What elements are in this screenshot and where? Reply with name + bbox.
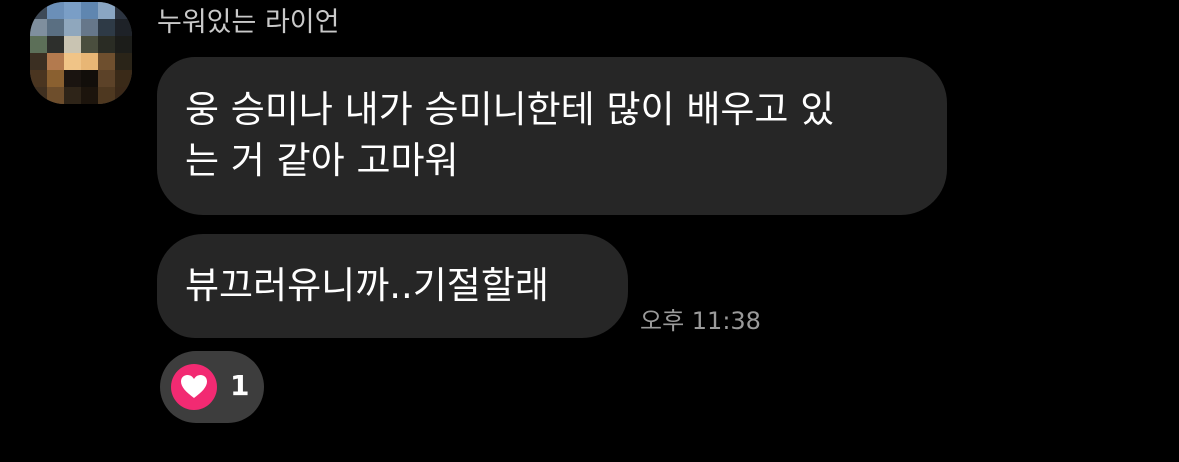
- avatar-pixel: [98, 36, 115, 53]
- avatar-pixel: [115, 19, 132, 36]
- avatar-pixel: [30, 2, 47, 19]
- avatar-pixel: [47, 87, 64, 104]
- avatar-pixel: [30, 19, 47, 36]
- avatar-pixel: [115, 70, 132, 87]
- avatar-pixel: [81, 36, 98, 53]
- heart-icon: [171, 364, 217, 410]
- avatar-pixel: [115, 87, 132, 104]
- reaction-badge[interactable]: 1: [160, 351, 264, 423]
- avatar-pixel: [64, 2, 81, 19]
- message-text-line: 는 거 같아 고마워: [185, 139, 459, 182]
- avatar[interactable]: [30, 2, 132, 104]
- avatar-pixel: [98, 70, 115, 87]
- avatar-pixel: [98, 2, 115, 19]
- avatar-pixel: [30, 36, 47, 53]
- avatar-pixel: [30, 70, 47, 87]
- avatar-pixel: [47, 53, 64, 70]
- avatar-pixel: [81, 53, 98, 70]
- avatar-pixel: [30, 53, 47, 70]
- avatar-pixel: [81, 2, 98, 19]
- avatar-pixel: [98, 87, 115, 104]
- avatar-pixel: [115, 36, 132, 53]
- avatar-pixel: [47, 70, 64, 87]
- avatar-pixel: [81, 19, 98, 36]
- avatar-pixel: [64, 70, 81, 87]
- avatar-pixel: [98, 19, 115, 36]
- avatar-pixel: [30, 87, 47, 104]
- avatar-pixel: [64, 19, 81, 36]
- sender-name: 누워있는 라이언: [157, 7, 340, 38]
- avatar-pixel: [115, 53, 132, 70]
- avatar-pixel: [47, 19, 64, 36]
- message-text: 뷰끄러유니까..기절할래: [185, 264, 549, 307]
- reaction-count: 1: [230, 369, 250, 402]
- avatar-pixel: [47, 2, 64, 19]
- avatar-pixel: [81, 70, 98, 87]
- message-timestamp: 오후 11:38: [640, 307, 761, 335]
- avatar-pixel: [64, 87, 81, 104]
- avatar-pixel: [81, 87, 98, 104]
- avatar-pixel: [47, 36, 64, 53]
- avatar-pixel: [64, 53, 81, 70]
- message-bubble[interactable]: 뷰끄러유니까..기절할래: [157, 234, 628, 338]
- avatar-pixel: [98, 53, 115, 70]
- avatar-pixel: [115, 2, 132, 19]
- avatar-pixel: [64, 36, 81, 53]
- message-bubble[interactable]: 웅 승미나 내가 승미니한테 많이 배우고 있 는 거 같아 고마워: [157, 57, 947, 215]
- message-text-line: 웅 승미나 내가 승미니한테 많이 배우고 있: [185, 88, 835, 131]
